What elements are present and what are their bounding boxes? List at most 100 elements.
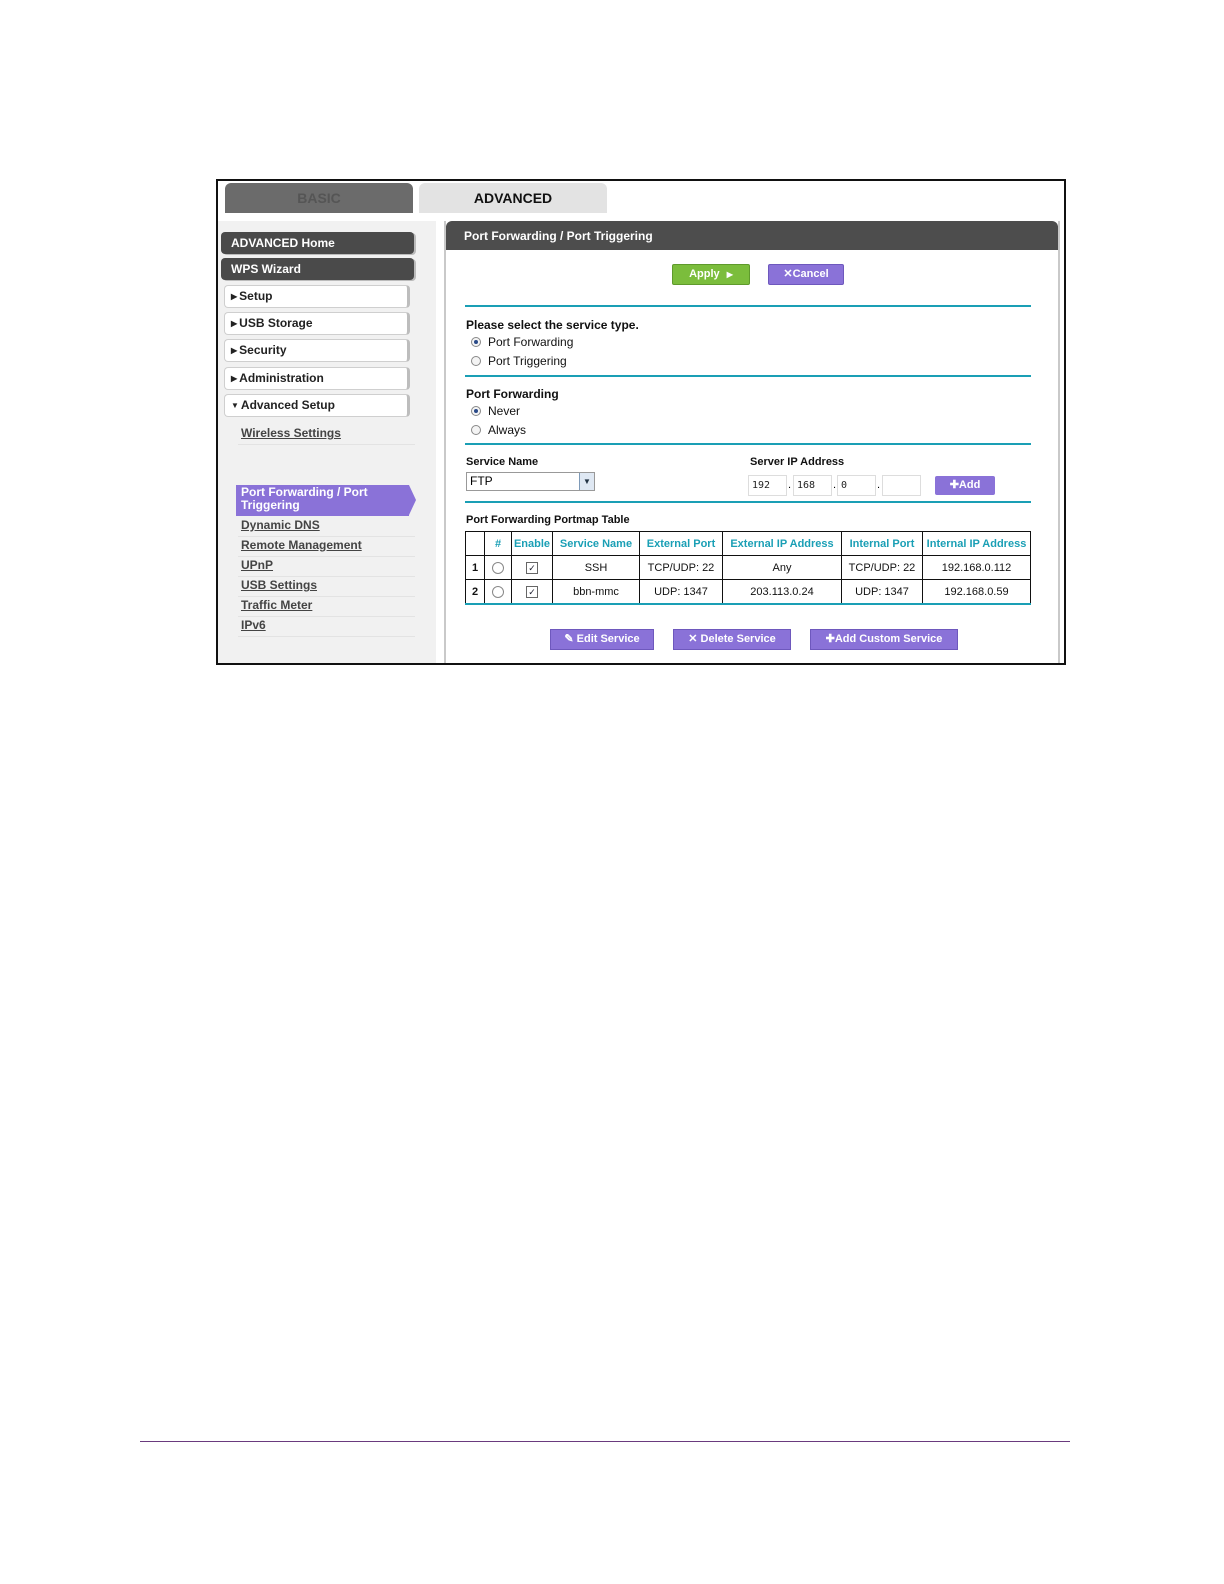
radio-never[interactable] (471, 406, 481, 416)
sidebar-item-usb-storage[interactable]: ▶ USB Storage (224, 312, 410, 335)
column-header: Service Name (552, 531, 640, 556)
sidebar-item-setup[interactable]: ▶ Setup (224, 285, 410, 308)
edit-service-label: Edit Service (576, 633, 640, 645)
row-select-radio[interactable] (492, 585, 504, 598)
row-number: 2 (465, 579, 485, 604)
sidebar-wps-wizard[interactable]: WPS Wizard (221, 258, 414, 280)
internal-port-cell: TCP/UDP: 22 (841, 555, 923, 580)
column-header: External IP Address (722, 531, 842, 556)
server-ip-label: Server IP Address (750, 456, 845, 468)
sub-item-dynamic-dns[interactable]: Dynamic DNS (238, 517, 415, 537)
radio-label-port-forwarding: Port Forwarding (488, 335, 574, 349)
column-header: # (484, 531, 512, 556)
sidebar-advanced-home[interactable]: ADVANCED Home (221, 232, 414, 254)
service-name-select[interactable]: FTP ▼ (466, 472, 595, 491)
ip-dot: . (877, 479, 881, 491)
panel-title: Port Forwarding / Port Triggering (446, 221, 1058, 250)
main-panel: Port Forwarding / Port Triggering Apply … (444, 221, 1060, 663)
triangle-right-icon: ▶ (231, 319, 238, 328)
triangle-right-icon: ▶ (231, 346, 238, 355)
column-header: Internal Port (841, 531, 923, 556)
radio-label-always: Always (488, 423, 527, 437)
radio-port-triggering[interactable] (471, 356, 481, 366)
internal-port-cell: UDP: 1347 (841, 579, 923, 604)
external-ip-cell: 203.113.0.24 (722, 579, 842, 604)
sub-item-upnp[interactable]: UPnP (238, 557, 415, 577)
delete-service-label: Delete Service (700, 633, 776, 645)
row-select-cell (484, 579, 512, 604)
column-header: External Port (639, 531, 723, 556)
radio-label-port-triggering: Port Triggering (488, 354, 567, 368)
triangle-down-icon: ▼ (231, 401, 239, 410)
internal-ip-cell: 192.168.0.59 (922, 579, 1031, 604)
sidebar-item-advanced-setup[interactable]: ▼ Advanced Setup (224, 394, 410, 417)
table-header-row: # Enable Service Name External Port Exte… (465, 531, 1031, 556)
server-ip-octet-4[interactable] (882, 475, 921, 496)
cancel-label: Cancel (792, 268, 829, 280)
table-row: 2 ✓ bbn-mmc UDP: 1347 203.113.0.24 UDP: … (465, 579, 1031, 604)
sidebar-item-security[interactable]: ▶ Security (224, 339, 410, 362)
port-forwarding-heading: Port Forwarding (466, 387, 559, 401)
service-name-value: FTP (470, 474, 493, 488)
pencil-icon: ✎ (564, 633, 574, 645)
cancel-button[interactable]: ✕Cancel (768, 264, 844, 285)
row-enable-cell: ✓ (511, 555, 553, 580)
sub-item-wireless-settings[interactable]: Wireless Settings (238, 425, 415, 445)
sidebar: ADVANCED Home WPS Wizard ▶ Setup ▶ USB Sto… (218, 221, 436, 663)
sub-item-port-forwarding-active[interactable]: Port Forwarding / Port Triggering (236, 485, 409, 516)
external-ip-cell: Any (722, 555, 842, 580)
row-number: 1 (465, 555, 485, 580)
divider (465, 305, 1031, 307)
server-ip-octet-2[interactable]: 168 (793, 475, 832, 496)
portmap-table-title: Port Forwarding Portmap Table (466, 514, 630, 526)
server-ip-octet-3[interactable]: 0 (837, 475, 876, 496)
service-name-label: Service Name (466, 456, 539, 468)
tab-basic[interactable]: BASIC (225, 183, 413, 213)
apply-label: Apply (689, 268, 720, 280)
sub-item-remote-management[interactable]: Remote Management (238, 537, 415, 557)
external-port-cell: UDP: 1347 (639, 579, 723, 604)
divider (465, 443, 1031, 445)
sidebar-item-label: Security (239, 343, 287, 357)
sidebar-item-administration[interactable]: ▶ Administration (224, 367, 410, 390)
radio-port-forwarding[interactable] (471, 337, 481, 347)
portmap-table: # Enable Service Name External Port Exte… (465, 531, 1031, 604)
active-pointer-arrow (409, 485, 416, 515)
sidebar-item-label: USB Storage (239, 316, 313, 330)
row-select-radio[interactable] (492, 561, 504, 574)
sidebar-item-label: Administration (239, 371, 324, 385)
internal-ip-cell: 192.168.0.112 (922, 555, 1031, 580)
triangle-right-icon: ▶ (231, 292, 238, 301)
checkmark-icon[interactable]: ✓ (526, 561, 538, 574)
chevron-down-icon: ▼ (579, 473, 594, 490)
divider (465, 501, 1031, 503)
apply-button[interactable]: Apply ▶ (672, 264, 750, 285)
router-admin-window: BASIC ADVANCED ADVANCED Home WPS Wizard … (216, 179, 1066, 665)
delete-service-button[interactable]: ✕ Delete Service (673, 629, 791, 650)
plus-icon: ✚ (825, 633, 835, 645)
sidebar-item-label: Advanced Setup (240, 398, 335, 412)
checkmark-icon[interactable]: ✓ (526, 585, 538, 598)
sub-item-traffic-meter[interactable]: Traffic Meter (238, 597, 415, 617)
close-icon: ✕ (783, 268, 793, 280)
add-button[interactable]: ✚Add (935, 476, 995, 495)
column-header (465, 531, 485, 556)
radio-always[interactable] (471, 425, 481, 435)
table-row: 1 ✓ SSH TCP/UDP: 22 Any TCP/UDP: 22 192.… (465, 555, 1031, 580)
add-label: Add (958, 479, 981, 491)
divider (465, 375, 1031, 377)
service-name-cell: bbn-mmc (552, 579, 640, 604)
sub-item-usb-settings[interactable]: USB Settings (238, 577, 415, 597)
column-header: Internal IP Address (922, 531, 1031, 556)
tab-advanced[interactable]: ADVANCED (419, 183, 607, 213)
ip-dot: . (833, 479, 837, 491)
triangle-right-icon: ▶ (231, 374, 238, 383)
add-custom-service-button[interactable]: ✚Add Custom Service (810, 629, 958, 650)
divider (465, 603, 1031, 605)
plus-icon: ✚ (949, 479, 959, 491)
server-ip-octet-1[interactable]: 192 (748, 475, 787, 496)
row-select-cell (484, 555, 512, 580)
play-arrow-icon: ▶ (726, 270, 733, 279)
sub-item-ipv6[interactable]: IPv6 (238, 617, 415, 637)
edit-service-button[interactable]: ✎ Edit Service (550, 629, 654, 650)
